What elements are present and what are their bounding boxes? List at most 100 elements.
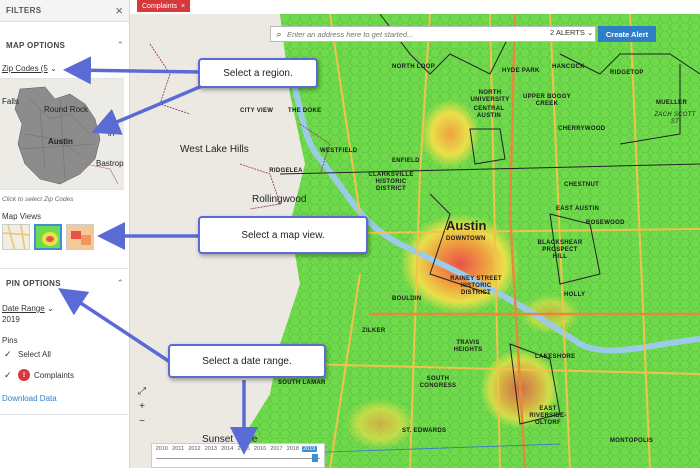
filters-panel: FILTERS × MAP OPTIONS ⌃ Zip Codes (5 ⌄ F… <box>0 0 130 468</box>
map-label-central-austin: CENTRAL AUSTIN <box>473 106 505 119</box>
zip-code-minimap[interactable]: Falls Round Rock Austin Bastrop in <box>0 78 124 190</box>
minimap-label-in: in <box>108 129 115 138</box>
map-label-enfield: ENFIELD <box>392 158 420 164</box>
map-label-upper-boggy-creek: UPPER BOGGY CREEK <box>523 94 571 107</box>
minimap-label-falls: Falls <box>2 97 19 106</box>
street-thumb-icon <box>3 225 29 249</box>
map-label-the-doke: THE DOKE <box>288 108 322 114</box>
map-label-st-edwards: ST. EDWARDS <box>402 428 447 434</box>
complaints-row[interactable]: ✓ ! Complaints <box>4 369 74 381</box>
minimap-label-bastrop: Bastrop <box>96 159 124 168</box>
map-view-heatmap[interactable] <box>34 224 62 250</box>
minimap-label-round-rock: Round Rock <box>44 105 89 114</box>
select-all-label: Select All <box>18 350 51 359</box>
download-data-link[interactable]: Download Data <box>2 394 57 403</box>
tab-label: Complaints <box>142 2 178 10</box>
map-label-cherrywood: CHERRYWOOD <box>558 126 606 132</box>
map-label-south-congress: SOUTH CONGRESS <box>419 376 457 389</box>
map-label-downtown: DOWNTOWN <box>446 236 486 242</box>
chevron-up-icon[interactable]: ⌃ <box>116 40 124 51</box>
callout-select-region: Select a region. <box>198 58 318 88</box>
map-label-east-austin: EAST AUSTIN <box>556 206 600 212</box>
timeline-year[interactable]: 2019 <box>301 446 317 452</box>
timeline-years: 2010 2011 2012 2013 2014 2015 2016 2017 2018 2019 <box>154 446 317 452</box>
chevron-down-icon: ⌄ <box>50 64 57 73</box>
minimap-label-austin: Austin <box>48 137 73 146</box>
date-range-select[interactable]: Date Range ⌄ <box>2 304 54 313</box>
zip-codes-label[interactable]: Zip Codes (5 <box>2 64 48 73</box>
pins-label: Pins <box>2 336 18 345</box>
address-search[interactable]: ⌕ <box>270 26 596 42</box>
select-all-row[interactable]: ✓ Select All <box>4 349 51 360</box>
timeline-year[interactable]: 2018 <box>285 446 300 452</box>
complaints-label: Complaints <box>34 370 75 380</box>
timeline-year[interactable]: 2010 <box>154 446 169 452</box>
chevron-up-icon[interactable]: ⌃ <box>116 278 124 289</box>
map-label-rosewood: ROSEWOOD <box>586 220 625 226</box>
map-label-hancock: HANCOCK <box>552 64 585 70</box>
map-label-ridgelea: RIDGELEA <box>269 168 303 174</box>
close-icon[interactable]: × <box>115 4 123 17</box>
zoom-out-button[interactable]: − <box>139 416 145 427</box>
map-view-choropleth[interactable] <box>66 224 94 250</box>
map-label-zilker: ZILKER <box>362 328 386 334</box>
map-label-zach-scott: ZACH SCOTT ST <box>654 112 696 125</box>
timeline-year[interactable]: 2015 <box>236 446 251 452</box>
divider <box>0 414 130 415</box>
heatmap-thumb-icon <box>42 232 58 246</box>
map-label-north-loop: NORTH LOOP <box>392 64 435 70</box>
divider <box>0 268 130 269</box>
pin-options-header[interactable]: PIN OPTIONS ⌃ <box>0 276 130 290</box>
map-view-street[interactable] <box>2 224 30 250</box>
date-timeline[interactable]: 2010 2011 2012 2013 2014 2015 2016 2017 2018 2019 <box>151 443 325 468</box>
alerts-dropdown[interactable]: 2 ALERTS ⌄ <box>550 28 593 37</box>
timeline-year[interactable]: 2011 <box>170 446 185 452</box>
map-label-blackshear: BLACKSHEAR PROSPECT HILL <box>537 240 583 260</box>
choropleth-thumb-icon <box>71 231 91 245</box>
close-icon[interactable]: × <box>181 3 185 10</box>
map-label-holly: HOLLY <box>564 292 586 298</box>
map-views-label: Map Views <box>2 212 41 221</box>
map-label-montopolis: MONTOPOLIS <box>610 438 654 444</box>
map-label-lakeshore: LAKESHORE <box>535 354 576 360</box>
timeline-year[interactable]: 2016 <box>252 446 267 452</box>
map-label-travis-heights: TRAVIS HEIGHTS <box>453 340 483 353</box>
callout-select-date-range: Select a date range. <box>168 344 326 378</box>
search-input[interactable] <box>287 29 595 39</box>
map-label-ridgetop: RIDGETOP <box>610 70 644 76</box>
map-label-mueller: MUELLER <box>656 100 688 106</box>
check-icon: ✓ <box>4 369 12 380</box>
pin-options-title: PIN OPTIONS <box>6 278 61 288</box>
place-rollingwood: Rollingwood <box>252 194 307 205</box>
fullscreen-icon[interactable]: ⤢ <box>138 386 146 397</box>
date-range-label[interactable]: Date Range <box>2 304 45 313</box>
map-view-options <box>2 224 94 250</box>
zoom-in-button[interactable]: + <box>139 401 145 412</box>
complaints-tab[interactable]: Complaints × <box>137 0 191 12</box>
map-controls: ⤢ + − <box>135 386 149 427</box>
map-label-hyde-park: HYDE PARK <box>502 68 540 74</box>
map-options-title: MAP OPTIONS <box>6 40 66 50</box>
search-icon: ⌕ <box>276 28 282 39</box>
check-icon: ✓ <box>4 349 12 359</box>
filters-header: FILTERS × <box>0 0 129 22</box>
place-austin: Austin <box>446 218 487 233</box>
timeline-year[interactable]: 2017 <box>269 446 284 452</box>
timeline-handle[interactable] <box>312 454 318 462</box>
map-label-east-riverside: EAST RIVERSIDE-OLTORF <box>529 406 567 426</box>
chevron-down-icon: ⌄ <box>46 304 54 313</box>
map-options-header[interactable]: MAP OPTIONS ⌃ <box>0 38 130 52</box>
map-label-bouldin: BOULDIN <box>392 296 422 302</box>
zip-codes-select[interactable]: Zip Codes (5 ⌄ <box>2 64 57 73</box>
filters-title: FILTERS <box>6 6 42 15</box>
timeline-year[interactable]: 2013 <box>203 446 218 452</box>
minimap-shape <box>14 86 119 185</box>
create-alert-button[interactable]: Create Alert <box>598 26 656 42</box>
map-label-chestnut: CHESTNUT <box>564 182 600 188</box>
warning-icon: ! <box>18 369 30 381</box>
callout-select-map-view: Select a map view. <box>198 216 368 254</box>
timeline-year[interactable]: 2012 <box>187 446 202 452</box>
timeline-year[interactable]: 2014 <box>220 446 235 452</box>
date-range-value: 2019 <box>2 315 20 324</box>
place-west-lake-hills: West Lake Hills <box>180 144 249 155</box>
